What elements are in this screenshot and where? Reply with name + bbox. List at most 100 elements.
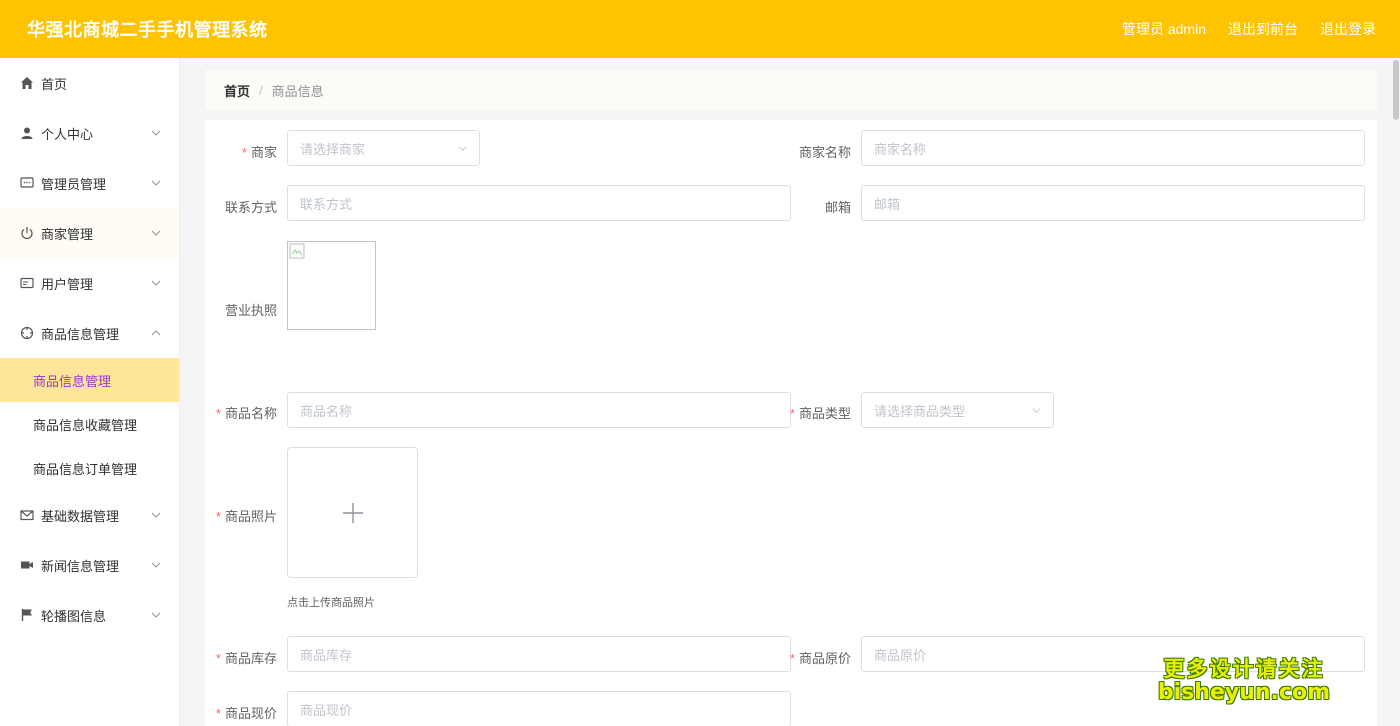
merchant-name-label: 商家名称: [798, 145, 851, 160]
breadcrumb-home[interactable]: 首页: [224, 81, 250, 100]
breadcrumb: 首页 / 商品信息: [205, 70, 1377, 110]
upload-hint: 点击上传商品照片: [287, 597, 375, 609]
main-content: 首页 / 商品信息 * 商家 请选择商家 商家名称 商家名称 联系方式 联系方式 …: [180, 58, 1400, 726]
top-header: 华强北商城二手手机管理系统 管理员 admin 退出到前台 退出登录: [0, 0, 1400, 58]
sidebar-item-label: 商品信息管理: [41, 326, 120, 342]
video-camera-icon: [20, 558, 34, 572]
submenu-item-label: 商品信息收藏管理: [33, 417, 138, 433]
sidebar-item-label: 首页: [41, 76, 68, 92]
required-mark: *: [215, 706, 221, 721]
goods-type-placeholder: 请选择商品类型: [874, 403, 966, 419]
logout-link[interactable]: 退出登录: [1320, 19, 1376, 39]
email-input[interactable]: 邮箱: [861, 185, 1365, 221]
stock-input[interactable]: 商品库存: [287, 636, 791, 672]
chevron-down-icon: [151, 512, 161, 518]
id-card-icon: [20, 276, 34, 290]
sidebar-item-label: 管理员管理: [41, 176, 107, 192]
required-mark: *: [789, 406, 795, 421]
watermark-line1: 更多设计请关注: [1163, 657, 1325, 681]
sidebar-item-label: 用户管理: [41, 276, 94, 292]
license-label: 营业执照: [224, 303, 277, 318]
merchant-label: * 商家: [205, 142, 277, 161]
license-image: [287, 241, 376, 330]
goods-name-label: * 商品名称: [205, 403, 277, 422]
chevron-up-icon: [151, 330, 161, 336]
sidebar-item-label: 轮播图信息: [41, 608, 107, 624]
sidebar-item-user[interactable]: 用户管理: [0, 258, 179, 308]
orig-price-label: * 商品原价: [779, 648, 851, 667]
merchant-name-input[interactable]: 商家名称: [861, 130, 1365, 166]
sidebar-item-merchant[interactable]: 商家管理: [0, 208, 179, 258]
app-title: 华强北商城二手手机管理系统: [27, 20, 268, 40]
cur-price-placeholder: 商品现价: [300, 702, 353, 718]
goods-type-select[interactable]: 请选择商品类型: [861, 392, 1054, 428]
required-mark: *: [215, 509, 221, 524]
sidebar-item-label: 新闻信息管理: [41, 558, 120, 574]
goods-name-input[interactable]: 商品名称: [287, 392, 791, 428]
sidebar-item-base-data[interactable]: 基础数据管理: [0, 490, 179, 540]
contact-placeholder: 联系方式: [300, 196, 353, 212]
chat-icon: [20, 176, 34, 190]
chevron-down-icon: [1032, 408, 1041, 413]
submenu-item-favorites[interactable]: 商品信息收藏管理: [0, 402, 179, 446]
sidebar-item-news[interactable]: 新闻信息管理: [0, 540, 179, 590]
submenu-item-label: 商品信息管理: [33, 373, 112, 389]
chevron-down-icon: [151, 180, 161, 186]
required-mark: *: [215, 651, 221, 666]
breadcrumb-separator: /: [259, 82, 263, 98]
merchant-select[interactable]: 请选择商家: [287, 130, 480, 166]
submenu-item-orders[interactable]: 商品信息订单管理: [0, 446, 179, 490]
goods-photo-label-text: 商品照片: [224, 509, 277, 524]
goods-type-label: * 商品类型: [779, 403, 851, 422]
sidebar-item-home[interactable]: 首页: [0, 58, 179, 108]
goods-photo-label: * 商品照片: [205, 506, 277, 525]
cur-price-label-text: 商品现价: [224, 706, 277, 721]
merchant-name-placeholder: 商家名称: [874, 141, 927, 157]
email-label: 邮箱: [824, 200, 851, 215]
scrollbar-track[interactable]: [1392, 58, 1400, 726]
stock-placeholder: 商品库存: [300, 647, 353, 663]
broken-image-icon: [289, 243, 305, 259]
cur-price-label: * 商品现价: [205, 703, 277, 722]
sidebar-item-carousel[interactable]: 轮播图信息: [0, 590, 179, 640]
home-icon: [20, 76, 34, 90]
email-placeholder: 邮箱: [874, 196, 901, 212]
submenu-item-goods[interactable]: 商品信息管理: [0, 358, 179, 402]
required-mark: *: [789, 651, 795, 666]
admin-user-label[interactable]: 管理员 admin: [1122, 19, 1206, 39]
sidebar-item-label: 商家管理: [41, 226, 94, 242]
header-actions: 管理员 admin 退出到前台 退出登录: [1122, 19, 1376, 39]
mail-icon: [20, 508, 34, 522]
sidebar-item-label: 个人中心: [41, 126, 94, 142]
stock-label-text: 商品库存: [224, 651, 277, 666]
orig-price-label-text: 商品原价: [798, 651, 851, 666]
chevron-down-icon: [151, 562, 161, 568]
chevron-down-icon: [151, 612, 161, 618]
stock-label: * 商品库存: [205, 648, 277, 667]
goods-name-label-text: 商品名称: [224, 406, 277, 421]
sidebar: 首页 个人中心 管理员管理 商家管理 用户管理 商品信息管理 商品信息管理 商品…: [0, 58, 180, 726]
chevron-down-icon: [458, 146, 467, 151]
watermark-line2: bisheyun.com: [1157, 679, 1330, 705]
chevron-down-icon: [151, 230, 161, 236]
required-mark: *: [241, 145, 247, 160]
watermark: 更多设计请关注 bisheyun.com: [1157, 657, 1330, 705]
scrollbar-thumb[interactable]: [1393, 60, 1399, 120]
chevron-down-icon: [151, 130, 161, 136]
submenu-item-label: 商品信息订单管理: [33, 461, 138, 477]
crosshair-icon: [20, 326, 34, 340]
contact-input[interactable]: 联系方式: [287, 185, 791, 221]
merchant-label-text: 商家: [250, 145, 277, 160]
orig-price-placeholder: 商品原价: [874, 647, 927, 663]
sidebar-item-goods[interactable]: 商品信息管理: [0, 308, 179, 358]
goods-photo-upload[interactable]: [287, 447, 418, 578]
go-frontend-link[interactable]: 退出到前台: [1228, 19, 1298, 39]
sidebar-item-personal[interactable]: 个人中心: [0, 108, 179, 158]
breadcrumb-current: 商品信息: [271, 83, 324, 99]
cur-price-input[interactable]: 商品现价: [287, 691, 791, 726]
merchant-select-placeholder: 请选择商家: [300, 141, 366, 157]
contact-label: 联系方式: [224, 200, 277, 215]
sidebar-item-admin[interactable]: 管理员管理: [0, 158, 179, 208]
goods-form: * 商家 请选择商家 商家名称 商家名称 联系方式 联系方式 邮箱 邮箱 营业执照…: [205, 120, 1377, 726]
flag-icon: [20, 608, 34, 622]
